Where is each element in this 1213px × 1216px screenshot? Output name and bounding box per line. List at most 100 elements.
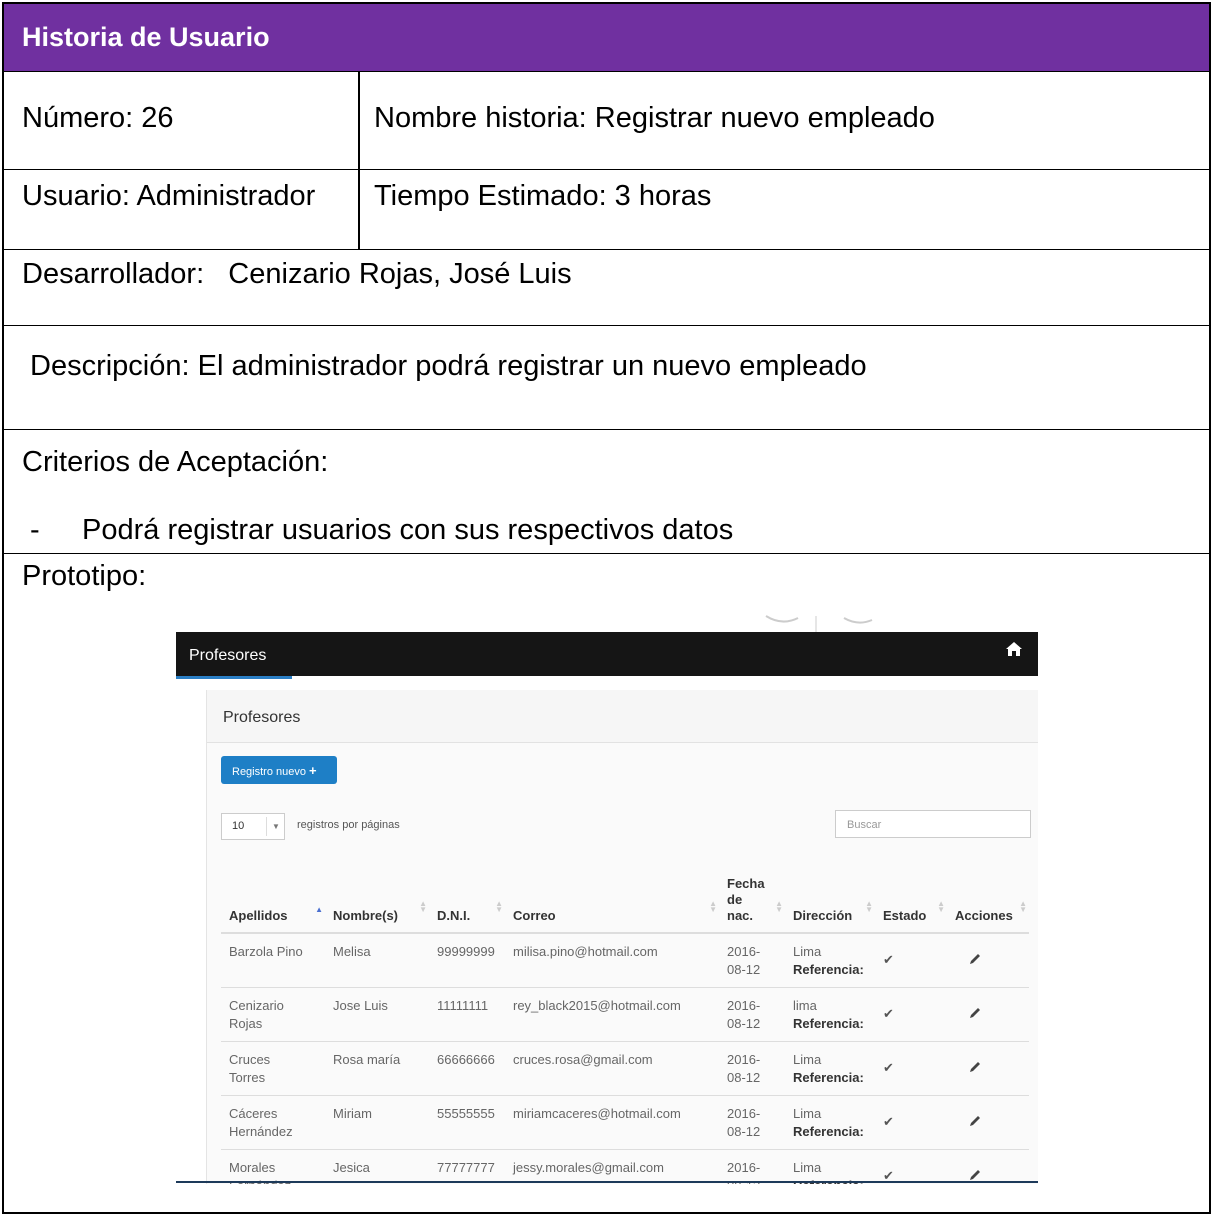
home-icon[interactable] (1006, 642, 1022, 656)
cell-dni: 11111111 (429, 987, 505, 1042)
cell-nombre: Jose Luis (325, 987, 429, 1042)
address-value: Lima (793, 944, 822, 959)
address-value: lima (793, 998, 817, 1013)
cell-apellidos: Cruces Torres (221, 1041, 325, 1096)
page-size-select[interactable]: 10 ▼ (221, 813, 285, 840)
reference-label: Referencia: (793, 962, 864, 977)
col-direccion[interactable]: Dirección ▲ ▼ (785, 866, 875, 934)
check-icon: ✔ (883, 1060, 894, 1075)
edit-pencil-icon[interactable] (969, 1169, 981, 1181)
cell-fecha-nac: 2016- 08-12 (719, 1041, 785, 1096)
col-dni[interactable]: D.N.I. ▲ ▼ (429, 866, 505, 934)
cell-correo: cruces.rosa@gmail.com (505, 1041, 719, 1096)
table-row: Barzola Pino Melisa 99999999 milisa.pino@ho… (221, 933, 1029, 988)
search-input[interactable]: Buscar (835, 810, 1031, 838)
user-cell: Usuario: Administrador (4, 170, 360, 249)
col-fecha-nac[interactable]: Fecha de nac. ▲ ▼ (719, 866, 785, 934)
search-placeholder: Buscar (847, 819, 882, 831)
story-user: Usuario: Administrador (22, 180, 316, 212)
developer-row: Desarrollador: Cenizario Rojas, José Lui… (4, 250, 1209, 326)
title-row: Historia de Usuario (4, 4, 1209, 72)
cell-direccion: LimaReferencia: (785, 1095, 875, 1150)
cell-dni: 55555555 (429, 1095, 505, 1150)
criteria-label: Criterios de Aceptación: (22, 446, 329, 478)
criteria-item: Podrá registrar usuarios con sus respect… (82, 514, 734, 546)
check-icon: ✔ (883, 1006, 894, 1021)
edit-pencil-icon[interactable] (969, 1061, 981, 1073)
col-apellidos[interactable]: Apellidos ▲ (221, 866, 325, 934)
cell-dni: 77777777 (429, 1149, 505, 1184)
story-number: Número: 26 (22, 102, 174, 134)
sort-asc-icon: ▲ (315, 905, 323, 914)
description-row: Descripción: El administrador podrá regi… (4, 326, 1209, 430)
col-estado[interactable]: Estado ▲ ▼ (875, 866, 947, 934)
sort-icon: ▲ ▼ (865, 899, 873, 914)
table-row: Cenizario Rojas Jose Luis 11111111 rey_blac… (221, 987, 1029, 1042)
page-size-label: registros por páginas (297, 819, 400, 831)
cell-nombre: Miriam (325, 1095, 429, 1150)
page-size-value: 10 (232, 820, 245, 832)
user-row: Usuario: Administrador Tiempo Estimado: … (4, 170, 1209, 250)
navbar: Profesores (176, 632, 1038, 676)
address-value: Lima (793, 1106, 822, 1121)
cell-correo: jessy.morales@gmail.com (505, 1149, 719, 1184)
sort-icon: ▲ ▼ (709, 899, 717, 914)
cell-dni: 66666666 (429, 1041, 505, 1096)
edit-pencil-icon[interactable] (969, 953, 981, 965)
document-title: Historia de Usuario (22, 22, 270, 52)
table-row: Morales FernándezJesica77777777jessy.mor… (221, 1149, 1029, 1184)
cell-estado: ✔ (875, 1149, 947, 1184)
cell-direccion: Lima Referencia: (785, 933, 875, 988)
story-name-cell: Nombre historia: Registrar nuevo emplead… (360, 72, 1209, 169)
cell-estado: ✔ (875, 987, 947, 1042)
col-acciones[interactable]: Acciones ▲ ▼ (947, 866, 1029, 934)
estimate-cell: Tiempo Estimado: 3 horas (360, 170, 1209, 249)
description: Descripción: El administrador podrá regi… (30, 350, 867, 382)
sort-icon: ▲ ▼ (1019, 899, 1027, 914)
table-header-row: Apellidos ▲ Nombre(s) ▲ ▼ D.N.I. ▲ ▼ Correo ▲ ▼… (221, 866, 1029, 934)
edit-pencil-icon[interactable] (969, 1115, 981, 1127)
active-tab-indicator (176, 676, 292, 679)
story-name: Nombre historia: Registrar nuevo emplead… (374, 102, 935, 134)
table-bottom-border (176, 1181, 1038, 1183)
col-correo[interactable]: Correo ▲ ▼ (505, 866, 719, 934)
prototype-label: Prototipo: (22, 560, 147, 592)
cell-apellidos: Morales Fernández (221, 1149, 325, 1184)
col-nombres[interactable]: Nombre(s) ▲ ▼ (325, 866, 429, 934)
address-value: Lima (793, 1160, 822, 1175)
plus-icon: + (309, 763, 317, 778)
edit-pencil-icon[interactable] (969, 1007, 981, 1019)
number-row: Número: 26 Nombre historia: Registrar nu… (4, 72, 1209, 170)
cell-apellidos: Cáceres Hernández (221, 1095, 325, 1150)
cell-fecha-nac: 2016- 08-12 (719, 987, 785, 1042)
cell-acciones (947, 1095, 1029, 1150)
cell-nombre: Rosa maría (325, 1041, 429, 1096)
estimated-time: Tiempo Estimado: 3 horas (374, 180, 712, 212)
cell-apellidos: Cenizario Rojas (221, 987, 325, 1042)
cell-correo: miriamcaceres@hotmail.com (505, 1095, 719, 1150)
cell-acciones (947, 987, 1029, 1042)
panel-title: Profesores (223, 709, 301, 726)
acceptance-criteria-row: Criterios de Aceptación: - Podrá registr… (4, 430, 1209, 554)
cell-direccion: LimaReferencia: (785, 1149, 875, 1184)
cell-acciones (947, 933, 1029, 988)
navbar-brand[interactable]: Profesores (189, 647, 266, 665)
check-icon: ✔ (883, 1114, 894, 1129)
cell-correo: rey_black2015@hotmail.com (505, 987, 719, 1042)
cell-direccion: lima Referencia: (785, 987, 875, 1042)
cell-fecha-nac: 2016- 08-12 (719, 1095, 785, 1150)
sort-icon: ▲ ▼ (937, 899, 945, 914)
number-cell: Número: 26 (4, 72, 360, 169)
cell-fecha-nac: 2016- 08-12 (719, 1149, 785, 1184)
prototype-screenshot: Profesores Profesores Registro nuevo + 10… (176, 632, 1038, 1184)
table-row: Cáceres Hernández Miriam 55555555 miriamcac… (221, 1095, 1029, 1150)
cell-apellidos: Barzola Pino (221, 933, 325, 988)
cell-fecha-nac: 2016- 08-12 (719, 933, 785, 988)
new-record-label: Registro nuevo (232, 766, 306, 778)
teachers-table: Apellidos ▲ Nombre(s) ▲ ▼ D.N.I. ▲ ▼ Correo ▲ ▼… (221, 866, 1029, 1184)
new-record-button[interactable]: Registro nuevo + (221, 756, 337, 784)
panel-header: Profesores (207, 690, 1038, 743)
cropped-decoration (765, 615, 873, 632)
cell-acciones (947, 1149, 1029, 1184)
cell-nombre: Melisa (325, 933, 429, 988)
